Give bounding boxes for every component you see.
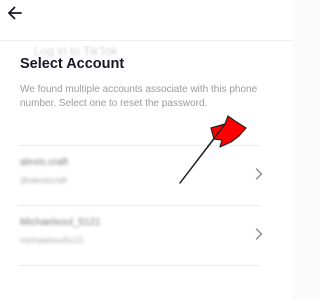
page-description: We found multiple accounts associate wit… — [20, 84, 258, 109]
account-name: Michaelsoul_5121 — [20, 217, 101, 228]
account-row[interactable]: alexis.craft @alexiscraft — [18, 153, 268, 197]
chevron-right-icon — [255, 168, 263, 180]
app-screen: Log in to TikTok Select Account We found… — [0, 0, 292, 300]
divider — [18, 205, 260, 206]
page-title: Select Account — [20, 56, 125, 72]
account-username: michaelsoul5121 — [20, 235, 84, 245]
chevron-right-icon — [255, 228, 263, 240]
divider — [18, 145, 260, 146]
arrow-left-icon — [8, 6, 22, 20]
account-row[interactable]: Michaelsoul_5121 michaelsoul5121 — [18, 213, 268, 257]
account-name: alexis.craft — [20, 157, 68, 168]
back-button[interactable] — [4, 2, 26, 24]
account-username: @alexiscraft — [20, 175, 67, 185]
top-bar — [0, 0, 292, 28]
divider — [18, 265, 260, 266]
